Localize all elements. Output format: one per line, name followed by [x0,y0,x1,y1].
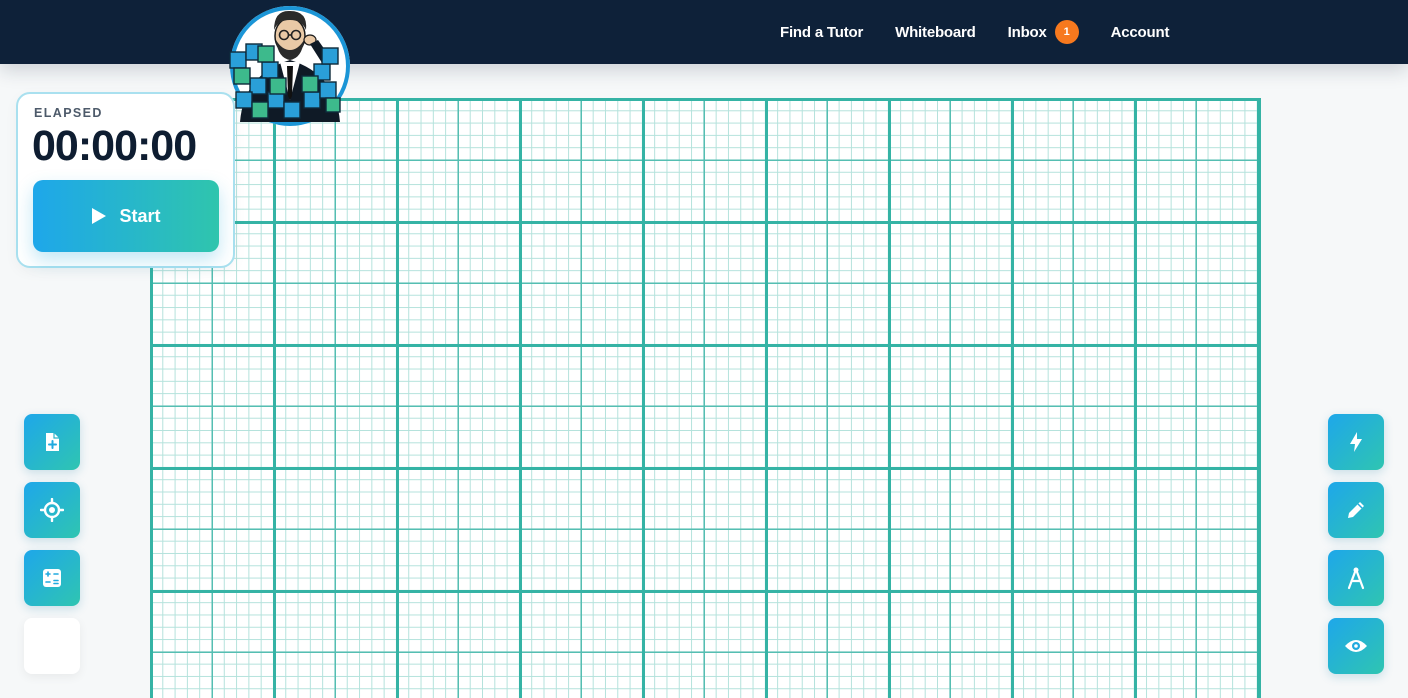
nav-account-label: Account [1110,23,1170,41]
nav-inbox-label: Inbox [1007,23,1047,41]
pencil-tool-button[interactable] [1328,482,1384,538]
sidebar-toggle-icon [41,637,63,655]
nav-find-tutor-label: Find a Tutor [780,23,864,41]
nav-account[interactable]: Account [1111,24,1170,41]
calculator-button[interactable] [24,550,80,606]
new-page-button[interactable] [24,414,80,470]
locate-button[interactable] [24,482,80,538]
logo-graphic [229,6,350,126]
compass-tool-button[interactable] [1328,550,1384,606]
whiteboard-canvas[interactable] [150,98,1261,698]
play-icon [92,208,107,224]
view-toggle-button[interactable] [1328,618,1384,674]
quick-actions-button[interactable] [1328,414,1384,470]
calculator-icon [43,569,61,587]
site-logo[interactable] [222,4,360,128]
nav-whiteboard-label: Whiteboard [895,23,976,41]
start-button-label: Start [119,205,161,226]
timer-label: ELAPSED [34,106,103,120]
nav-find-tutor[interactable]: Find a Tutor [780,24,863,41]
sidebar-toggle-button[interactable] [24,618,80,674]
compass-icon [1347,567,1365,590]
top-navbar: Find a Tutor Whiteboard Inbox 1 Account [0,0,1408,64]
lightning-icon [1350,432,1362,452]
crosshair-icon [40,498,64,522]
eye-icon [1345,640,1367,652]
main-nav: Find a Tutor Whiteboard Inbox 1 Account [780,0,1169,64]
elapsed-timer-card: ELAPSED 00:00:00 Start [16,92,235,268]
nav-inbox[interactable]: Inbox 1 [1008,20,1079,44]
file-plus-icon [46,433,59,451]
timer-value: 00:00:00 [32,122,197,170]
nav-whiteboard[interactable]: Whiteboard [895,24,976,41]
pencil-icon [1348,502,1364,518]
start-timer-button[interactable]: Start [33,180,219,252]
inbox-count-badge: 1 [1054,20,1079,44]
